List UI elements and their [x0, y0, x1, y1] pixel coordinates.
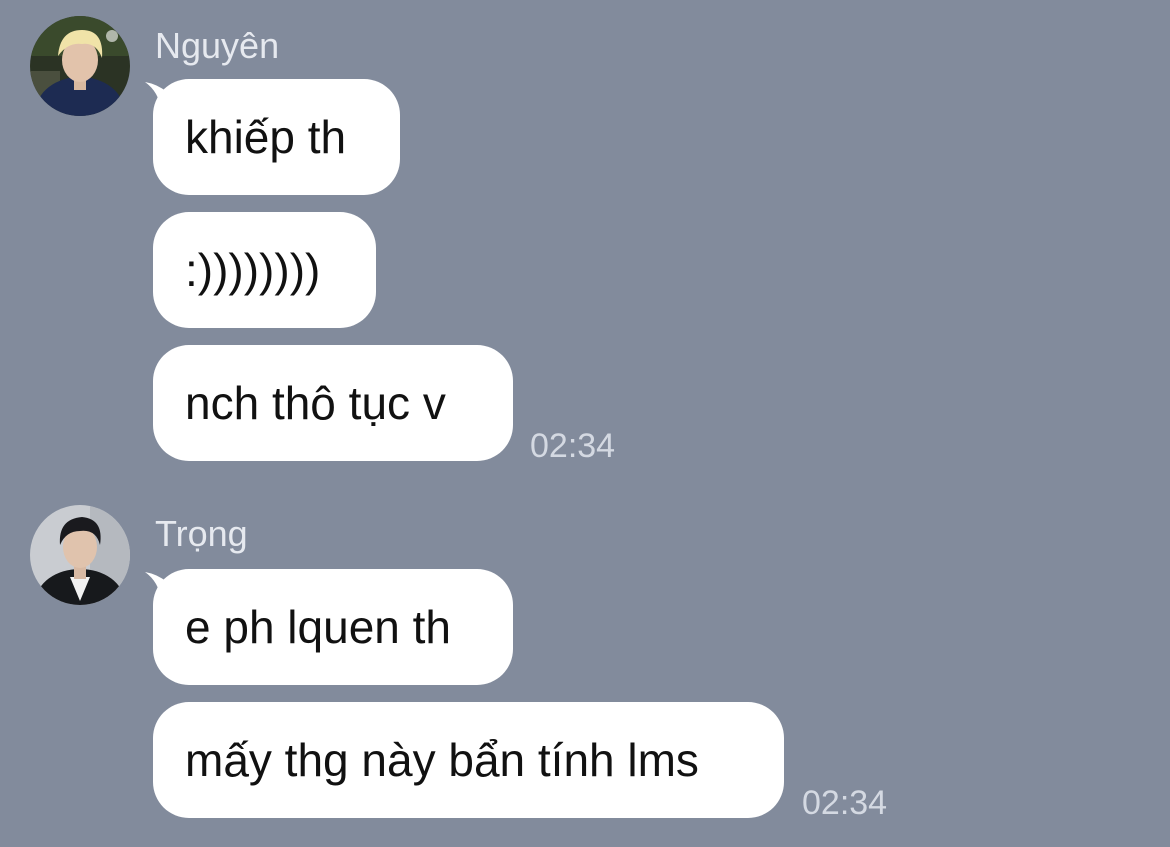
message-bubble[interactable]: khiếp th [153, 79, 400, 195]
sender-name-trong: Trọng [155, 513, 248, 554]
message-text: mấy thg này bẩn tính lms [185, 734, 699, 786]
message-bubble[interactable]: nch thô tục v [153, 345, 513, 461]
message-text: e ph lquen th [185, 601, 452, 653]
sender-avatar-nguyen[interactable] [30, 16, 130, 116]
avatar-blond-person-icon [30, 16, 130, 116]
message-timestamp: 02:34 [530, 427, 616, 465]
chat-message-list: Nguyên khiếp th :)))))))) nch thô tục v … [0, 0, 1170, 847]
sender-name-nguyen: Nguyên [155, 25, 280, 66]
message-text: :)))))))) [185, 244, 321, 296]
message-text: nch thô tục v [185, 377, 446, 429]
avatar-dark-haired-person-icon [30, 505, 130, 605]
message-bubble[interactable]: mấy thg này bẩn tính lms [153, 702, 784, 818]
message-timestamp: 02:34 [802, 784, 888, 822]
sender-avatar-trong[interactable] [30, 505, 130, 605]
message-bubble[interactable]: e ph lquen th [153, 569, 513, 685]
message-bubble[interactable]: :)))))))) [153, 212, 376, 328]
message-text: khiếp th [185, 111, 347, 163]
